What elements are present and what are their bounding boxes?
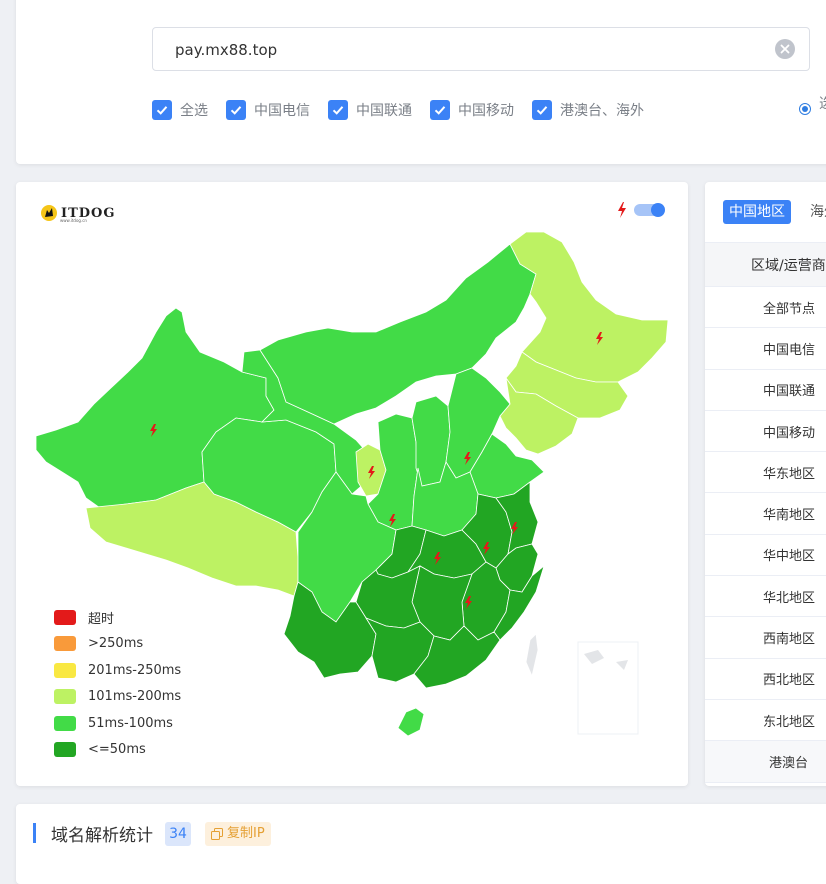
checkbox-label: 中国移动 [458,103,514,119]
table-row[interactable]: 东北地区 [705,699,826,742]
checkbox-checked-icon [152,100,172,120]
clear-icon[interactable] [775,39,795,59]
copy-ip-label: 复制IP [227,826,265,841]
legend-swatch [54,636,76,652]
tab-china-region[interactable]: 中国地区 [723,200,791,224]
dog-logo-icon [41,205,57,221]
legend-swatch [54,609,76,625]
table-row[interactable]: 华东地区 [705,451,826,494]
checkbox-mobile[interactable]: 中国移动 [430,100,514,120]
region-table: 区域/运营商 全部节点 中国电信 中国联通 中国移动 华东地区 华南地区 华中地… [705,242,826,783]
map-legend: 超时 >250ms 201ms-250ms 101ms-200ms 51ms-1… [54,604,181,763]
url-input-wrapper [152,27,810,72]
region-hainan[interactable] [397,707,425,737]
dns-stats-panel: 域名解析统计 34 复制IP [16,804,826,884]
legend-item: 201ms-250ms [54,657,181,684]
region-stats-panel: 中国地区 海外 区域/运营商 全部节点 中国电信 中国联通 中国移动 华东地区 … [705,182,826,786]
table-row[interactable]: 西南地区 [705,616,826,659]
south-china-sea-islands [584,650,628,670]
radio-label: 选 [819,93,826,113]
table-row[interactable]: 华中地区 [705,534,826,577]
logo-subtext: www.itdog.cn [60,218,87,223]
checkbox-checked-icon [328,100,348,120]
table-row[interactable]: 华北地区 [705,575,826,618]
legend-label: 101ms-200ms [88,689,182,705]
checkbox-label: 港澳台、海外 [560,103,644,119]
search-panel: 全选 中国电信 中国联通 中国移动 港澳台、海外 选 [16,0,826,164]
checkbox-checked-icon [532,100,552,120]
legend-swatch [54,715,76,731]
legend-label: 51ms-100ms [88,715,173,731]
legend-item: <=50ms [54,737,181,764]
map-panel: ITDOG www.itdog.cn 超时 >250ms 201ms-250ms… [16,182,688,786]
section-title: 域名解析统计 [51,826,153,846]
legend-label: <=50ms [88,742,146,758]
checkbox-checked-icon [430,100,450,120]
checkbox-label: 全选 [180,103,208,119]
legend-item: 101ms-200ms [54,684,181,711]
checkbox-telecom[interactable]: 中国电信 [226,100,310,120]
table-header-region: 区域/运营商 [705,242,826,287]
copy-ip-button[interactable]: 复制IP [205,822,271,846]
itdog-logo: ITDOG www.itdog.cn [40,204,115,223]
legend-item: >250ms [54,631,181,658]
legend-swatch [54,742,76,758]
bolt-icon [618,202,626,218]
legend-item: 超时 [54,604,181,631]
checkbox-select-all[interactable]: 全选 [152,100,208,120]
table-row[interactable]: 中国移动 [705,410,826,453]
table-row[interactable]: 西北地区 [705,658,826,700]
checkbox-unicom[interactable]: 中国联通 [328,100,412,120]
legend-label: >250ms [88,636,144,652]
region-taiwan[interactable] [525,633,539,678]
checkbox-label: 中国联通 [356,103,412,119]
table-row[interactable]: 中国电信 [705,327,826,370]
table-row[interactable]: 港澳台 [705,740,826,783]
checkbox-hk-overseas[interactable]: 港澳台、海外 [532,100,644,120]
legend-label: 201ms-250ms [88,662,182,678]
section-accent-bar [33,823,36,843]
legend-swatch [54,662,76,678]
url-input[interactable] [173,28,767,72]
count-badge: 34 [165,822,191,846]
legend-label: 超时 [88,611,115,627]
region-heilongjiang[interactable] [509,231,669,383]
toggle-knob [651,203,665,217]
checkbox-checked-icon [226,100,246,120]
checkbox-label: 中国电信 [254,103,310,119]
legend-swatch [54,689,76,705]
table-row[interactable]: 全部节点 [705,286,826,329]
isp-filter-row: 全选 中国电信 中国联通 中国移动 港澳台、海外 [152,100,662,120]
table-row[interactable]: 华南地区 [705,492,826,535]
tab-overseas[interactable]: 海外 [810,200,826,224]
table-row[interactable]: 中国联通 [705,369,826,411]
copy-icon [211,828,223,840]
radio-button[interactable] [799,103,811,115]
legend-item: 51ms-100ms [54,710,181,737]
timeout-markers-toggle[interactable] [634,203,665,217]
